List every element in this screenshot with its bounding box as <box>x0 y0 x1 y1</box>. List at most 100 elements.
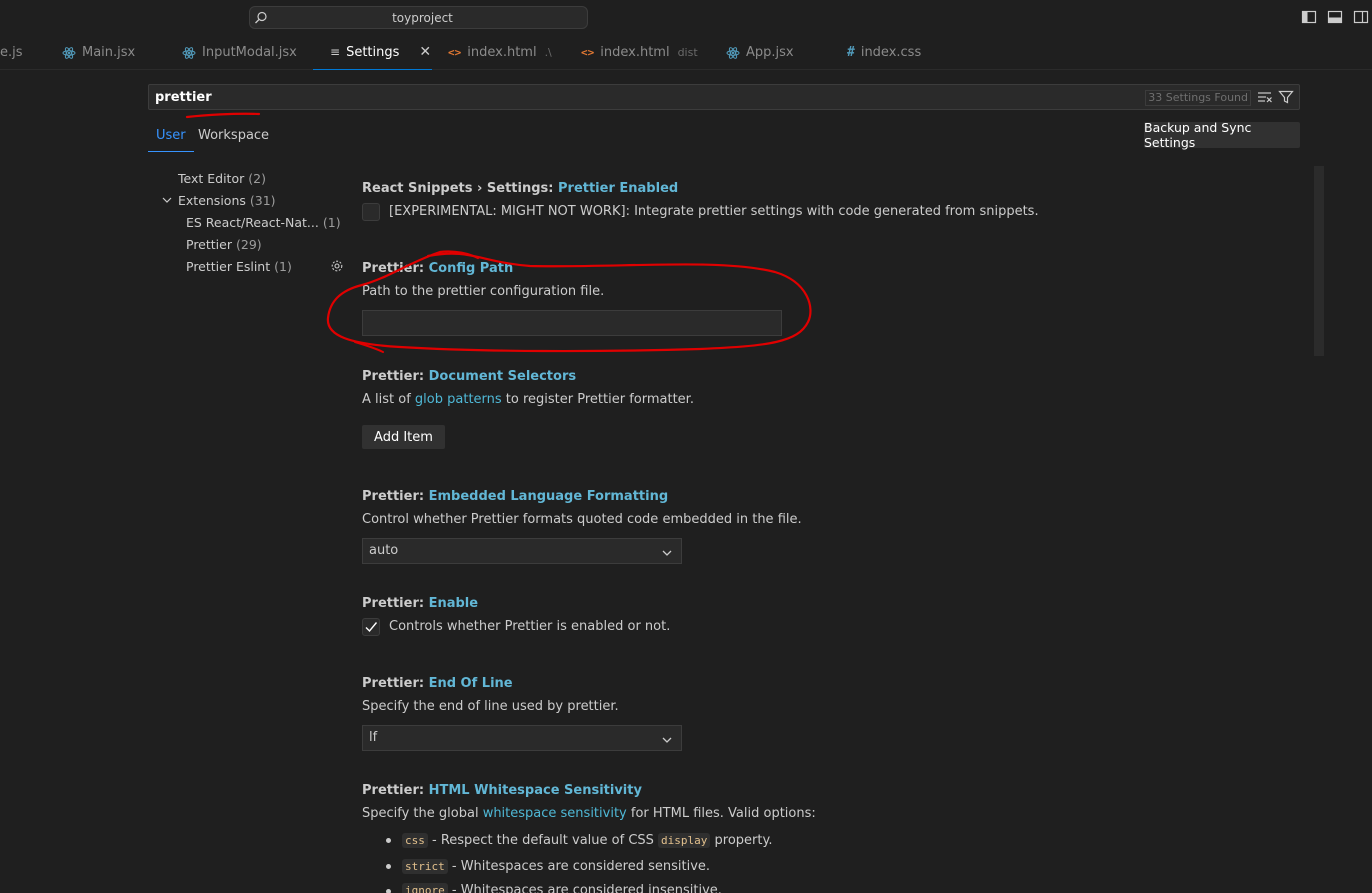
list-text: - Whitespaces are considered sensitive. <box>447 859 711 874</box>
chevron-down-icon <box>662 737 672 743</box>
filter-icon[interactable] <box>1278 89 1294 109</box>
toggle-primary-sidebar-icon[interactable] <box>1301 9 1317 25</box>
setting-category: Prettier: <box>362 596 429 611</box>
embedded-language-select[interactable]: auto <box>362 538 682 564</box>
setting-title-html-whitespace: Prettier: HTML Whitespace Sensitivity <box>362 783 642 798</box>
react-snippets-label: [EXPERIMENTAL: MIGHT NOT WORK]: Integrat… <box>389 204 1039 219</box>
tab-e-js[interactable]: e.js <box>0 35 23 70</box>
scope-tab-label: Workspace <box>198 128 270 143</box>
prettier-enable-checkbox[interactable] <box>362 618 380 636</box>
setting-desc-html-whitespace: Specify the global whitespace sensitivit… <box>362 806 816 821</box>
list-bullet <box>386 889 391 893</box>
tab-settings[interactable]: ≡ Settings ✕ <box>313 35 432 70</box>
glob-patterns-link[interactable]: glob patterns <box>415 392 502 407</box>
toggle-panel-icon[interactable] <box>1327 9 1343 25</box>
tab-label: InputModal.jsx <box>202 45 297 60</box>
config-path-input[interactable] <box>362 310 782 336</box>
setting-title-config-path: Prettier: Config Path <box>362 261 513 276</box>
close-icon[interactable]: ✕ <box>419 44 431 60</box>
code-snippet: css <box>402 833 428 848</box>
whitespace-sensitivity-link[interactable]: whitespace sensitivity <box>483 806 627 821</box>
title-bar: toyproject <box>0 0 1372 35</box>
react-icon <box>62 46 76 59</box>
desc-text: for HTML files. Valid options: <box>626 806 816 821</box>
tab-label: e.js <box>0 45 23 60</box>
css-hash-icon: # <box>847 45 855 60</box>
toc-extensions[interactable]: Extensions (31) <box>178 193 276 208</box>
toc-label: Extensions <box>178 193 246 208</box>
tab-main-jsx[interactable]: Main.jsx <box>62 35 135 70</box>
list-item-strict: strict - Whitespaces are considered sens… <box>402 859 710 874</box>
list-text: property. <box>710 833 773 848</box>
code-snippet: strict <box>402 859 448 874</box>
tab-app-jsx[interactable]: App.jsx <box>726 35 794 70</box>
scope-tab-user[interactable]: User <box>148 124 194 152</box>
editor-tabs: e.js Main.jsx InputModal.jsx ≡ Settings … <box>0 35 1372 70</box>
tab-label: index.html <box>467 45 537 60</box>
backup-sync-button[interactable]: Backup and Sync Settings <box>1144 120 1300 150</box>
chevron-down-icon[interactable] <box>161 194 173 210</box>
tab-label: Main.jsx <box>82 45 136 60</box>
check-icon <box>365 622 378 633</box>
setting-category: Prettier: <box>362 369 429 384</box>
setting-title-document-selectors: Prettier: Document Selectors <box>362 369 576 384</box>
tab-index-html-dist[interactable]: <> index.html dist <box>581 35 698 70</box>
toc-es-react[interactable]: ES React/React-Nat... (1) <box>186 215 341 230</box>
toc-prettier[interactable]: Prettier (29) <box>186 237 262 252</box>
toc-count: (29) <box>235 237 262 252</box>
toc-label: Prettier Eslint <box>186 259 271 274</box>
search-value: prettier <box>155 90 212 105</box>
settings-lines-icon: ≡ <box>330 45 341 59</box>
scope-tab-label: User <box>156 128 186 143</box>
desc-text: to register Prettier formatter. <box>501 392 694 407</box>
setting-desc-config-path: Path to the prettier configuration file. <box>362 284 605 299</box>
tab-label: index.css <box>860 45 922 60</box>
react-icon <box>182 46 196 59</box>
tab-label: App.jsx <box>746 45 794 60</box>
toc-prettier-eslint[interactable]: Prettier Eslint (1) <box>186 259 292 274</box>
toc-text-editor[interactable]: Text Editor (2) <box>178 171 266 186</box>
tab-label: index.html <box>600 45 670 60</box>
scope-tab-workspace[interactable]: Workspace <box>190 124 277 152</box>
select-value: auto <box>369 543 399 558</box>
toc-count: (1) <box>322 215 341 230</box>
clear-filter-icon[interactable] <box>1257 89 1273 109</box>
toc-count: (1) <box>274 259 292 274</box>
toggle-secondary-sidebar-icon[interactable] <box>1353 9 1369 25</box>
setting-name: Prettier Enabled <box>558 181 679 196</box>
tab-index-html-root[interactable]: <> index.html .\ <box>448 35 552 70</box>
tab-index-css[interactable]: # index.css <box>847 35 921 70</box>
settings-search-input[interactable]: prettier 33 Settings Found <box>148 84 1300 110</box>
list-item-css: css - Respect the default value of CSS d… <box>402 833 772 848</box>
react-snippets-prettier-checkbox[interactable] <box>362 203 380 221</box>
command-center-search[interactable]: toyproject <box>249 6 588 29</box>
chevron-down-icon <box>662 550 672 556</box>
toc-label: Prettier <box>186 237 232 252</box>
tab-inputmodal-jsx[interactable]: InputModal.jsx <box>182 35 297 70</box>
setting-desc-embedded-language: Control whether Prettier formats quoted … <box>362 512 802 527</box>
prettier-enable-label: Controls whether Prettier is enabled or … <box>389 619 671 634</box>
add-item-button[interactable]: Add Item <box>362 425 445 449</box>
end-of-line-select[interactable]: lf <box>362 725 682 751</box>
gear-icon[interactable] <box>330 259 344 277</box>
toc-label: ES React/React-Nat... <box>186 215 319 230</box>
desc-text: A list of <box>362 392 415 407</box>
list-bullet <box>386 864 391 869</box>
setting-category: Prettier: <box>362 489 429 504</box>
list-bullet <box>386 838 391 843</box>
list-item-ignore: ignore - Whitespaces are considered inse… <box>402 883 722 893</box>
setting-name: Enable <box>428 596 479 611</box>
command-center-label: toyproject <box>392 10 453 25</box>
setting-category: React Snippets › Settings: <box>362 181 558 196</box>
toc-count: (2) <box>248 171 266 186</box>
setting-title-embedded-language: Prettier: Embedded Language Formatting <box>362 489 668 504</box>
setting-title-end-of-line: Prettier: End Of Line <box>362 676 513 691</box>
setting-desc-document-selectors: A list of glob patterns to register Pret… <box>362 392 694 407</box>
setting-desc-end-of-line: Specify the end of line used by prettier… <box>362 699 619 714</box>
setting-category: Prettier: <box>362 676 429 691</box>
settings-scrollbar[interactable] <box>1314 166 1324 356</box>
tab-label: Settings <box>346 44 400 60</box>
tab-description: .\ <box>544 46 552 59</box>
tab-description: dist <box>677 46 698 59</box>
setting-title-enable: Prettier: Enable <box>362 596 478 611</box>
